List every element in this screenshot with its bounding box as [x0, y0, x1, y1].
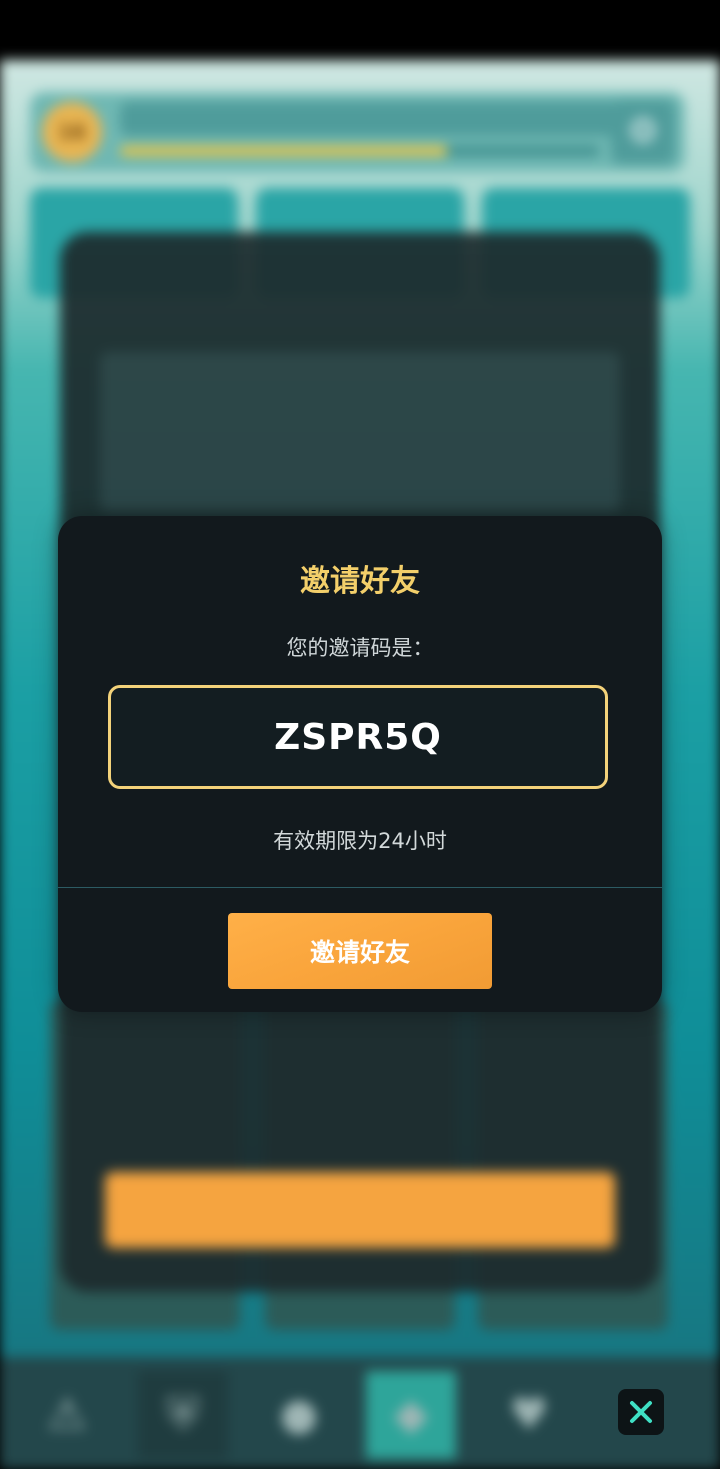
level-badge: 16: [42, 102, 102, 162]
bottom-nav: ⚠ ⛨ ● ◆ ♥: [0, 1357, 720, 1469]
divider: [58, 887, 662, 888]
invite-code-prompt: 您的邀请码是：: [286, 636, 434, 660]
resource-bar-2: [370, 102, 646, 136]
status-bar: [0, 0, 720, 60]
expiry-text: 有效期限为24小时: [273, 829, 447, 853]
background-panel-text: [100, 352, 620, 512]
heart-icon: ♥: [509, 1389, 549, 1440]
coin-icon: ●: [279, 1389, 319, 1440]
dialog-title: 邀请好友: [300, 564, 420, 599]
diamond-icon: ◆: [366, 1371, 456, 1459]
warning-icon: ⚠: [47, 1389, 87, 1440]
progress-bar: [120, 146, 600, 156]
close-icon: [630, 1401, 652, 1423]
shield-icon: ⛨: [138, 1371, 228, 1459]
invite-code[interactable]: ZSPR5Q: [274, 717, 442, 758]
invite-friends-button[interactable]: 邀请好友: [228, 913, 492, 989]
invite-dialog: 邀请好友 您的邀请码是： ZSPR5Q 有效期限为24小时 邀请好友: [58, 516, 662, 1012]
close-button[interactable]: [618, 1389, 664, 1435]
invite-code-box[interactable]: ZSPR5Q: [108, 685, 608, 789]
resource-bar-1: [120, 102, 396, 136]
gear-icon: ⚙: [611, 100, 675, 164]
background-button: [105, 1172, 615, 1248]
top-hud: 16 ⚙: [30, 92, 685, 172]
